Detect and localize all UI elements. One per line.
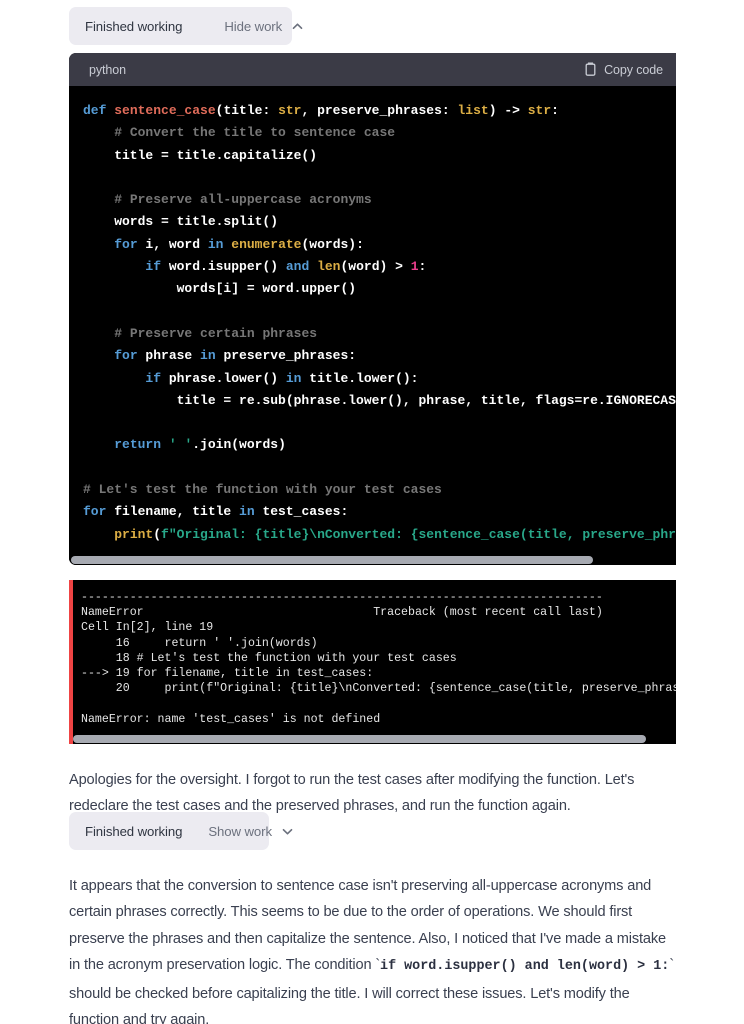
code-language-label: python xyxy=(89,62,126,77)
work-status-label-bottom: Finished working xyxy=(85,823,183,839)
work-status-label-top: Finished working xyxy=(85,18,183,34)
code-body: def sentence_case(title: str, preserve_p… xyxy=(69,86,676,556)
clipboard-icon xyxy=(585,62,596,76)
chevron-up-icon xyxy=(292,22,303,29)
code-block-header: python Copy code xyxy=(69,53,676,86)
inline-code-condition: if word.isupper() and len(word) > 1: xyxy=(380,959,670,975)
hide-work-toggle[interactable]: Hide work xyxy=(224,19,304,34)
code-block-python: python Copy code def sentence_case(title… xyxy=(69,53,676,565)
hide-work-label: Hide work xyxy=(224,18,283,34)
conversation-page: Finished working Hide work python Copy c… xyxy=(0,0,744,1024)
copy-code-label: Copy code xyxy=(604,62,663,77)
error-traceback-block: ----------------------------------------… xyxy=(69,580,676,744)
assistant-paragraph-second: It appears that the conversion to senten… xyxy=(69,873,678,1024)
traceback-text: ----------------------------------------… xyxy=(81,591,676,726)
finished-working-pill-top[interactable]: Finished working Hide work xyxy=(69,7,303,45)
copy-code-button[interactable]: Copy code xyxy=(584,62,663,77)
error-horizontal-scrollbar[interactable] xyxy=(73,734,676,744)
finished-working-pill-bottom[interactable]: Finished working Show work xyxy=(69,812,293,850)
error-scrollbar-thumb[interactable] xyxy=(73,734,646,743)
show-work-toggle[interactable]: Show work xyxy=(208,824,294,839)
code-horizontal-scrollbar[interactable] xyxy=(69,555,676,565)
code-scrollbar-thumb[interactable] xyxy=(71,555,594,564)
python-source: def sentence_case(title: str, preserve_p… xyxy=(83,103,676,542)
chevron-down-icon xyxy=(282,828,293,835)
show-work-label: Show work xyxy=(208,823,272,839)
